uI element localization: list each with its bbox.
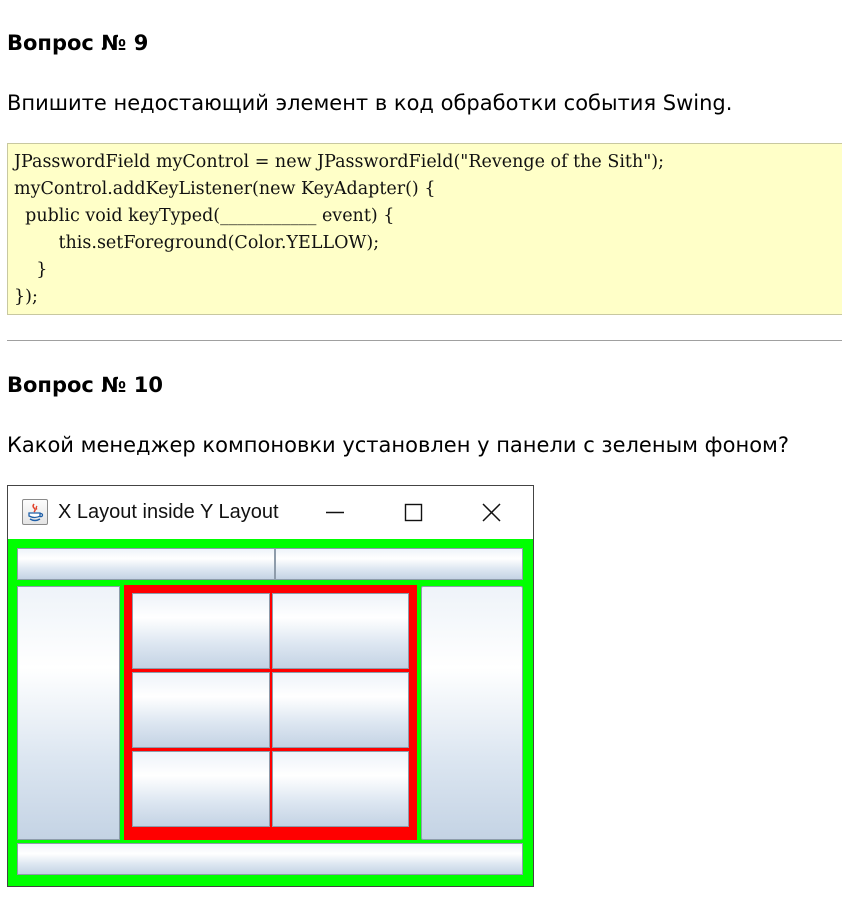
code-block: JPasswordField myControl = new JPassword… bbox=[7, 143, 842, 315]
window-title: X Layout inside Y Layout bbox=[58, 501, 279, 523]
bottom-button[interactable] bbox=[17, 843, 523, 875]
divider bbox=[7, 340, 842, 341]
grid-button-4[interactable] bbox=[272, 672, 409, 748]
question-9-title: Вопрос № 9 bbox=[7, 31, 149, 55]
close-icon bbox=[482, 503, 501, 522]
code-line-4: this.setForeground(Color.YELLOW); bbox=[14, 233, 380, 253]
grid-button-6[interactable] bbox=[272, 751, 409, 827]
maximize-icon bbox=[404, 503, 423, 522]
right-button[interactable] bbox=[421, 586, 523, 840]
window-titlebar: X Layout inside Y Layout bbox=[8, 486, 533, 539]
code-line-1: JPasswordField myControl = new JPassword… bbox=[14, 152, 664, 172]
close-button[interactable] bbox=[474, 496, 508, 528]
minimize-icon bbox=[326, 511, 344, 514]
code-line-5: } bbox=[14, 260, 48, 280]
grid-button-2[interactable] bbox=[272, 593, 409, 669]
grid-button-1[interactable] bbox=[132, 593, 270, 669]
green-panel bbox=[8, 539, 533, 886]
java-coffee-cup-icon bbox=[22, 499, 48, 525]
code-line-2: myControl.addKeyListener(new KeyAdapter(… bbox=[14, 179, 436, 199]
left-button[interactable] bbox=[17, 586, 120, 840]
question-9-text: Впишите недостающий элемент в код обрабо… bbox=[7, 91, 733, 115]
question-10-title: Вопрос № 10 bbox=[7, 373, 163, 397]
top-right-button[interactable] bbox=[275, 548, 523, 580]
code-line-3: public void keyTyped(___________ event) … bbox=[14, 206, 395, 226]
minimize-button[interactable] bbox=[318, 496, 352, 528]
code-line-6: }); bbox=[14, 287, 38, 307]
grid-button-3[interactable] bbox=[132, 672, 270, 748]
question-10-text: Какой менеджер компоновки установлен у п… bbox=[7, 433, 790, 457]
red-panel bbox=[124, 585, 417, 840]
top-left-button[interactable] bbox=[17, 548, 275, 580]
example-window: X Layout inside Y Layout bbox=[7, 485, 534, 887]
grid-button-5[interactable] bbox=[132, 751, 270, 827]
maximize-button[interactable] bbox=[396, 496, 430, 528]
